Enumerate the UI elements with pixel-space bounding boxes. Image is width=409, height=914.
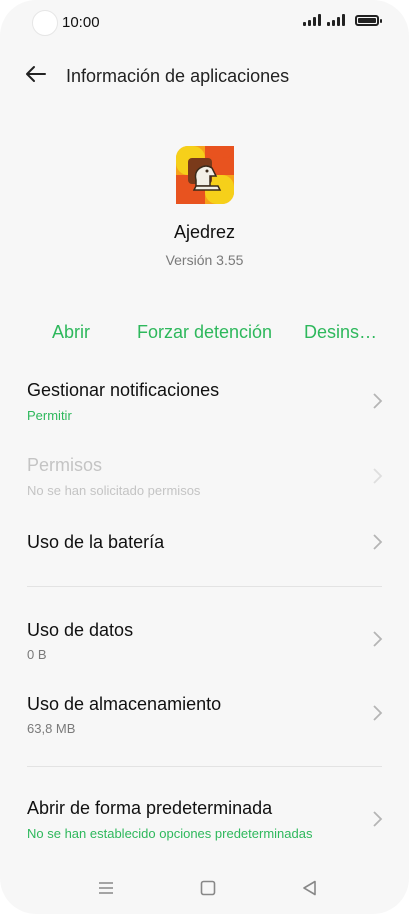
permissions-item: Permisos No se han solicitado permisos — [0, 451, 409, 507]
status-icons — [303, 14, 382, 26]
item-title: Uso de datos — [27, 620, 134, 640]
open-button[interactable]: Abrir — [52, 322, 90, 343]
section-divider — [27, 766, 382, 767]
navigation-bar — [0, 874, 409, 904]
signal-icon-2 — [327, 14, 345, 26]
item-title: Uso de almacenamiento — [27, 694, 222, 714]
item-subtitle: No se han solicitado permisos — [27, 483, 201, 498]
app-name: Ajedrez — [173, 222, 236, 242]
chevron-right-icon — [373, 534, 383, 550]
item-subtitle: 63,8 MB — [27, 721, 76, 736]
section-divider — [27, 586, 382, 587]
item-title: Uso de la batería — [27, 532, 165, 552]
home-icon[interactable] — [198, 878, 218, 898]
uninstall-button[interactable]: Desins… — [304, 322, 377, 343]
item-subtitle: No se han establecido opciones predeterm… — [27, 826, 313, 841]
manage-notifications-item[interactable]: Gestionar notificaciones Permitir — [0, 376, 409, 432]
item-title: Gestionar notificaciones — [27, 380, 220, 400]
action-bar: Abrir Forzar detención Desins… — [0, 322, 409, 348]
item-title: Permisos — [27, 455, 103, 475]
app-header: Información de aplicaciones — [0, 60, 409, 92]
battery-icon — [355, 14, 382, 26]
arrow-left-icon[interactable] — [24, 62, 48, 86]
chevron-right-icon — [373, 631, 383, 647]
force-stop-button[interactable]: Forzar detención — [137, 322, 272, 343]
front-camera — [32, 10, 58, 36]
chevron-right-icon — [373, 468, 383, 484]
item-title: Abrir de forma predeterminada — [27, 798, 273, 818]
battery-usage-item[interactable]: Uso de la batería — [0, 526, 409, 566]
back-triangle-icon[interactable] — [300, 878, 320, 898]
page-title: Información de aplicaciones — [66, 66, 290, 86]
menu-icon[interactable] — [96, 878, 116, 898]
item-subtitle: Permitir — [27, 408, 72, 423]
signal-icon — [303, 14, 321, 26]
chevron-right-icon — [373, 705, 383, 721]
status-time: 10:00 — [62, 14, 100, 31]
data-usage-item[interactable]: Uso de datos 0 B — [0, 614, 409, 670]
chess-knight-icon — [176, 146, 234, 204]
phone-screen: 10:00 Información de aplicaciones Ajedre — [0, 0, 409, 914]
storage-usage-item[interactable]: Uso de almacenamiento 63,8 MB — [0, 688, 409, 744]
chevron-right-icon — [373, 393, 383, 409]
chevron-right-icon — [373, 811, 383, 827]
item-subtitle: 0 B — [27, 647, 47, 662]
app-version: Versión 3.55 — [165, 252, 244, 268]
status-bar: 10:00 — [0, 0, 409, 46]
open-by-default-item[interactable]: Abrir de forma predeterminada No se han … — [0, 794, 409, 850]
